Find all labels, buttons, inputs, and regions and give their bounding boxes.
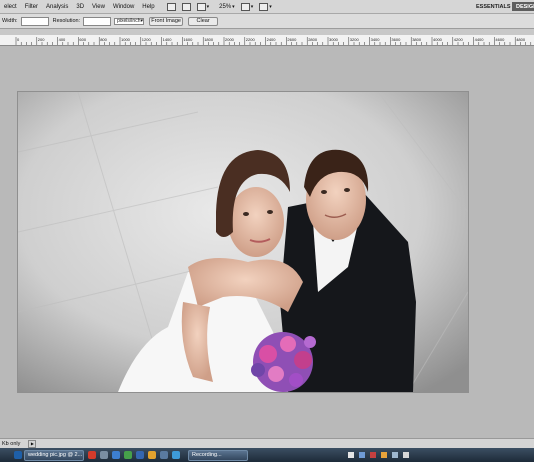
ruler-tick-label: 2400	[267, 37, 277, 42]
menu-window[interactable]: Window	[109, 4, 138, 10]
zoom-level[interactable]: 25%	[219, 4, 231, 10]
units-value: pixels/inch	[117, 18, 141, 24]
app-icon[interactable]	[100, 451, 108, 459]
ruler-tick-label: 4400	[475, 37, 485, 42]
workspace-essentials[interactable]: ESSENTIALS	[472, 2, 515, 11]
taskbar-wedding-window[interactable]: wedding pic.jpg @ 2...	[24, 449, 84, 461]
menu-view[interactable]: View	[88, 4, 109, 10]
windows-taskbar: wedding pic.jpg @ 2... Recording...	[0, 448, 534, 462]
mini-bridge-icon[interactable]	[181, 2, 191, 11]
options-bar: Width: Resolution: pixels/inch ▾ Front Im…	[0, 14, 534, 29]
ruler-tick-label: 3400	[371, 37, 381, 42]
ruler-tick-label: 1000	[121, 37, 131, 42]
menu-analysis[interactable]: Analysis	[42, 4, 72, 10]
status-doc-info: Kb only	[2, 441, 21, 447]
ruler-tick-label: 3600	[391, 37, 401, 42]
ruler-tick-label: 3800	[412, 37, 422, 42]
menu-select[interactable]: elect	[0, 4, 21, 10]
app-icon[interactable]	[136, 451, 144, 459]
ruler-tick-label: 600	[79, 37, 86, 42]
arrange-documents-icon[interactable]	[240, 2, 250, 11]
tray-icon[interactable]	[381, 452, 387, 458]
status-menu-icon[interactable]: ▶	[28, 440, 37, 448]
app-icon[interactable]	[160, 451, 168, 459]
ruler-tick-label: 1200	[142, 37, 152, 42]
clear-button[interactable]: Clear	[188, 16, 219, 26]
view-extras-icon[interactable]	[196, 2, 206, 11]
width-label: Width:	[2, 18, 18, 24]
resolution-input[interactable]	[83, 16, 112, 26]
ruler-tick-label: 400	[59, 37, 66, 42]
app-icon[interactable]	[112, 451, 120, 459]
ruler-tick-label: 2000	[225, 37, 235, 42]
red-app-icon[interactable]	[88, 451, 96, 459]
tray-icon[interactable]	[359, 452, 365, 458]
photo-image	[18, 92, 468, 392]
ruler-tick-label: 2600	[287, 37, 297, 42]
photoshop-taskbar-icon[interactable]	[14, 451, 22, 459]
ruler-tick-label: 3200	[350, 37, 360, 42]
width-input[interactable]	[20, 16, 49, 26]
ruler-tick-label: 1400	[163, 37, 173, 42]
ruler-tick-label: 4600	[495, 37, 505, 42]
app-icon[interactable]	[148, 451, 156, 459]
menu-filter[interactable]: Filter	[21, 4, 42, 10]
resolution-label: Resolution:	[52, 18, 81, 24]
tray-icon[interactable]	[348, 452, 354, 458]
menu-bar: elect Filter Analysis 3D View Window Hel…	[0, 0, 534, 14]
taskbar-recording[interactable]: Recording...	[188, 449, 248, 461]
ruler-tick-label: 2200	[246, 37, 256, 42]
units-select[interactable]: pixels/inch ▾	[114, 17, 145, 25]
ruler-tick-label: 0	[17, 37, 20, 42]
ruler-ticks: 0 200 400 600 800 1000 1200 1400 1600 1800 2000 220…	[15, 37, 532, 45]
ruler-tick-label: 2800	[308, 37, 318, 42]
ruler-tick-label: 800	[100, 37, 107, 42]
front-image-button[interactable]: Front Image	[149, 16, 184, 26]
menu-help[interactable]: Help	[138, 4, 158, 10]
tray-icon[interactable]	[392, 452, 398, 458]
screen-mode-icon[interactable]	[259, 2, 269, 11]
chevron-down-icon: ▾	[206, 3, 210, 10]
chevron-down-icon: ▾	[232, 3, 235, 10]
menu-3d[interactable]: 3D	[72, 4, 88, 10]
tray-icon[interactable]	[403, 452, 409, 458]
wedding-photo[interactable]	[18, 92, 468, 392]
app-icon[interactable]	[124, 451, 132, 459]
chevron-down-icon: ▾	[269, 3, 272, 10]
workspace-design[interactable]: DESIGN	[512, 2, 534, 11]
ruler-tick-label: 200	[38, 37, 45, 42]
ruler-tick-label: 3000	[329, 37, 339, 42]
tray-icon[interactable]	[370, 452, 376, 458]
ruler-tick-label: 4200	[454, 37, 464, 42]
chevron-down-icon: ▾	[250, 3, 254, 10]
horizontal-ruler[interactable]: 0 200 400 600 800 1000 1200 1400 1600 1800 2000 220…	[0, 35, 534, 46]
ruler-tick-label: 4800	[516, 37, 526, 42]
chevron-down-icon: ▾	[140, 18, 143, 24]
launch-bridge-icon[interactable]	[166, 2, 176, 11]
ruler-tick-label: 1600	[183, 37, 193, 42]
ruler-tick-label: 1800	[204, 37, 214, 42]
ruler-tick-label: 4000	[433, 37, 443, 42]
app-icon[interactable]	[172, 451, 180, 459]
